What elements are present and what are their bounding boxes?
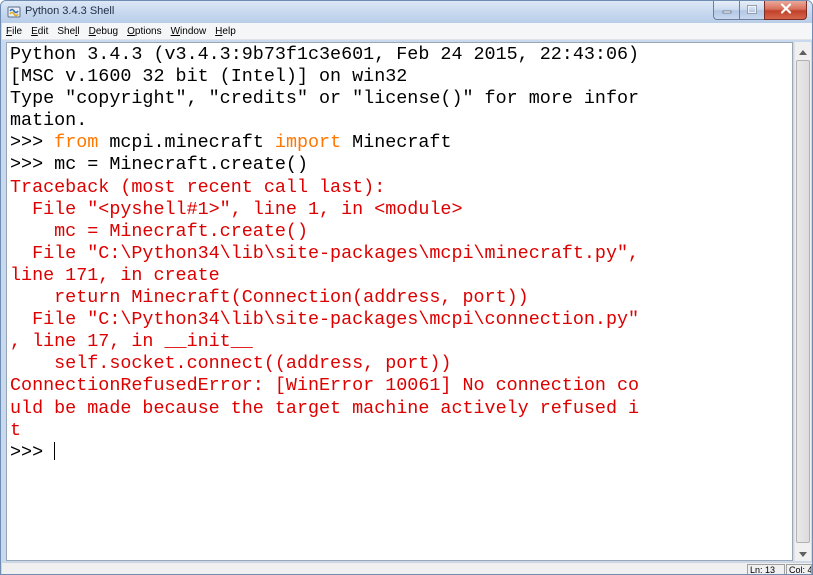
error-text: File "<pyshell#1>", line 1, in <module> [10, 198, 463, 220]
shell-line: line 171, in create [10, 265, 639, 287]
vertical-scrollbar[interactable] [794, 42, 811, 561]
shell-line: >>> [10, 441, 639, 464]
shell-line: t [10, 420, 639, 442]
shell-line: Traceback (most recent call last): [10, 177, 639, 199]
error-text: ConnectionRefusedError: [WinError 10061]… [10, 375, 640, 397]
close-icon [780, 1, 792, 19]
shell-line: return Minecraft(Connection(address, por… [10, 287, 639, 309]
arrow-up-icon [799, 42, 807, 60]
minimize-icon [722, 1, 732, 19]
shell-line: , line 17, in __init__ [10, 331, 639, 353]
scrollbar-thumb[interactable] [796, 60, 810, 543]
caption-buttons [713, 1, 807, 20]
menu-item[interactable]: Shell [57, 26, 79, 37]
title-bar[interactable]: Python 3.4.3 Shell [1, 1, 812, 23]
shell-prompt: >>> [10, 132, 55, 154]
column-number-indicator: Col: 4 [786, 564, 812, 574]
shell-line: File "C:\Python34\lib\site-packages\mcpi… [10, 309, 639, 331]
output-text: mcpi.minecraft [98, 132, 275, 154]
window-title: Python 3.4.3 Shell [25, 5, 115, 17]
shell-line: File "C:\Python34\lib\site-packages\mcpi… [10, 243, 639, 265]
text-cursor [54, 441, 56, 460]
error-text: File "C:\Python34\lib\site-packages\mcpi… [10, 242, 640, 264]
shell-line: uld be made because the target machine a… [10, 398, 639, 420]
arrow-down-icon [799, 544, 807, 562]
output-text: Minecraft [341, 132, 452, 154]
shell-prompt: >>> [10, 441, 55, 463]
scroll-up-button[interactable] [795, 42, 811, 59]
idle-shell-window: Python 3.4.3 Shell File Edit Shell Debug Opt… [0, 0, 813, 575]
status-bar: Ln: 13 Col: 4 [2, 562, 812, 574]
menu-item[interactable]: Debug [89, 26, 118, 37]
error-text: line 171, in create [10, 264, 220, 286]
shell-line: Type "copyright", "credits" or "license(… [10, 88, 639, 110]
menu-item[interactable]: File [6, 26, 22, 37]
shell-line: self.socket.connect((address, port)) [10, 353, 639, 375]
shell-line: >>> mc = Minecraft.create() [10, 154, 639, 176]
maximize-icon [747, 1, 757, 19]
error-text: File "C:\Python34\lib\site-packages\mcpi… [10, 309, 640, 331]
shell-line: >>> from mcpi.minecraft import Minecraft [10, 132, 639, 154]
menu-bar: File Edit Shell Debug Options Window Help [2, 23, 812, 40]
line-number-indicator: Ln: 13 [747, 564, 785, 574]
output-text: Python 3.4.3 (v3.4.3:9b73f1c3e601, Feb 2… [10, 44, 640, 65]
output-text: Type "copyright", "credits" or "license(… [10, 88, 640, 110]
menu-item[interactable]: Options [127, 26, 161, 37]
error-text: self.socket.connect((address, port)) [10, 353, 452, 375]
shell-line: ConnectionRefusedError: [WinError 10061]… [10, 375, 639, 397]
close-button[interactable] [764, 1, 807, 20]
shell-line: mation. [10, 110, 639, 132]
shell-line: File "<pyshell#1>", line 1, in <module> [10, 199, 639, 221]
error-text: return Minecraft(Connection(address, por… [10, 287, 529, 309]
menu-item[interactable]: Edit [31, 26, 48, 37]
minimize-button[interactable] [713, 1, 739, 20]
error-text: mc = Minecraft.create() [10, 220, 308, 242]
shell-line: [MSC v.1600 32 bit (Intel)] on win32 [10, 66, 639, 88]
error-text: Traceback (most recent call last): [10, 176, 386, 198]
shell-text-area[interactable]: Python 3.4.3 (v3.4.3:9b73f1c3e601, Feb 2… [6, 42, 793, 561]
error-text: , line 17, in __init__ [10, 331, 253, 353]
output-text: mc = Minecraft.create() [54, 154, 308, 176]
error-text: t [10, 419, 22, 441]
error-text: uld be made because the target machine a… [10, 397, 640, 419]
python-idle-icon[interactable] [7, 5, 21, 19]
output-text: mation. [10, 110, 88, 132]
menu-item[interactable]: Help [215, 26, 236, 37]
menu-item[interactable]: Window [171, 26, 207, 37]
shell-line: mc = Minecraft.create() [10, 221, 639, 243]
maximize-button[interactable] [739, 1, 764, 20]
output-text: [MSC v.1600 32 bit (Intel)] on win32 [10, 66, 408, 88]
shell-line: Python 3.4.3 (v3.4.3:9b73f1c3e601, Feb 2… [10, 44, 639, 66]
scroll-down-button[interactable] [795, 544, 811, 561]
shell-output: Python 3.4.3 (v3.4.3:9b73f1c3e601, Feb 2… [10, 44, 639, 464]
shell-prompt: >>> [10, 154, 55, 176]
python-keyword: from [54, 132, 99, 154]
python-keyword: import [274, 132, 342, 154]
